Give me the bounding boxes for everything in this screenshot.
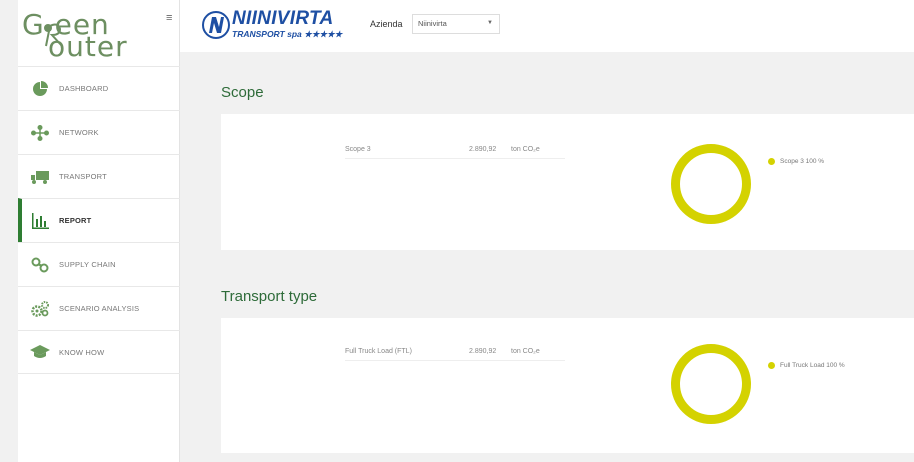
logo[interactable]: G een outer (18, 0, 180, 66)
pie-chart-icon (29, 80, 51, 98)
metric-name: Scope 3 (345, 146, 371, 153)
hamburger-icon[interactable]: ≡ (166, 12, 172, 24)
section-title-scope: Scope (221, 84, 264, 101)
sidebar-item-scenario-analysis[interactable]: SCENARIO ANALYSIS (18, 286, 180, 330)
sidebar-item-dashboard[interactable]: DASHBOARD (18, 66, 180, 110)
metric-name: Full Truck Load (FTL) (345, 348, 412, 355)
legend-label: Scope 3 100 % (780, 158, 825, 165)
sidebar-item-label: DASHBOARD (59, 84, 109, 93)
truck-icon (29, 168, 51, 186)
logo-line2: outer (48, 30, 128, 63)
legend-label: Full Truck Load 100 % (780, 362, 845, 369)
company-select[interactable]: Niinivirta ▼ (412, 14, 500, 34)
transport-type-donut-chart[interactable] (671, 344, 751, 424)
metric-value: 2.890,92 (469, 146, 497, 153)
transport-type-card: Full Truck Load (FTL) 2.890,92 ton CO₂e … (221, 318, 914, 453)
sidebar-item-know-how[interactable]: KNOW HOW (18, 330, 180, 374)
sidebar-item-label: REPORT (59, 216, 92, 225)
graduation-cap-icon (29, 343, 51, 361)
metric-divider (345, 360, 565, 361)
gears-icon (29, 300, 51, 318)
sidebar-item-label: TRANSPORT (59, 172, 107, 181)
company-select-value: Niinivirta (418, 19, 447, 28)
brand-n-icon (202, 11, 230, 39)
metric-divider (345, 158, 565, 159)
sidebar: G een outer ≡ DASHBOARD NETWORK TRANSPOR… (18, 0, 180, 462)
sidebar-item-label: SCENARIO ANALYSIS (59, 304, 140, 313)
metric-unit: ton CO₂e (511, 348, 540, 355)
app: G een outer ≡ DASHBOARD NETWORK TRANSPOR… (0, 0, 914, 462)
chain-icon (29, 256, 51, 274)
section-title-transport-type: Transport type (221, 288, 318, 305)
brand-name: NIINIVIRTA (232, 8, 334, 29)
scope-card: Scope 3 2.890,92 ton CO₂e Scope 3 100 % (221, 114, 914, 250)
sidebar-item-report[interactable]: REPORT (18, 198, 180, 242)
metric-unit: ton CO₂e (511, 146, 540, 153)
top-bar: NIINIVIRTA TRANSPORT spa ★★★★★ Azienda N… (180, 0, 914, 52)
legend-dot (768, 158, 775, 165)
bar-chart-icon (29, 212, 51, 230)
legend-dot (768, 362, 775, 369)
sidebar-item-label: SUPPLY CHAIN (59, 260, 116, 269)
chevron-down-icon: ▼ (487, 20, 493, 26)
sidebar-item-label: KNOW HOW (59, 347, 105, 357)
sidebar-item-network[interactable]: NETWORK (18, 110, 180, 154)
company-label: Azienda (370, 19, 403, 29)
sidebar-item-transport[interactable]: TRANSPORT (18, 154, 180, 198)
brand-subtitle: TRANSPORT spa ★★★★★ (232, 29, 343, 39)
sidebar-item-supply-chain[interactable]: SUPPLY CHAIN (18, 242, 180, 286)
scope-donut-chart[interactable] (671, 144, 751, 224)
metric-value: 2.890,92 (469, 348, 497, 355)
network-icon (29, 124, 51, 142)
sidebar-item-label: NETWORK (59, 128, 99, 137)
